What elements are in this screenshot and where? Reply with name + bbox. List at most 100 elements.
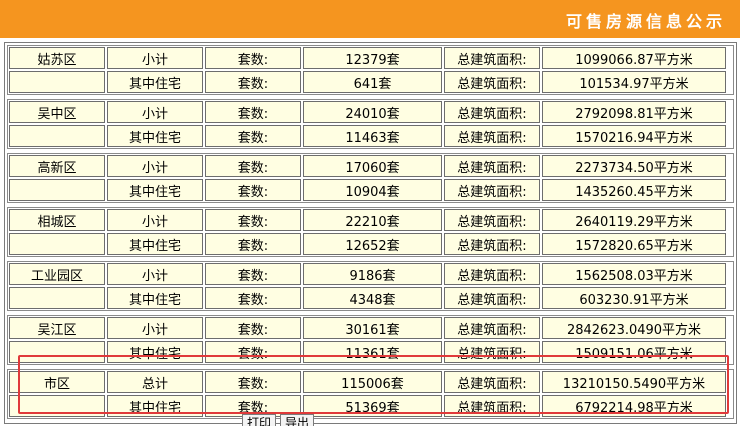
export-button[interactable]: 导出	[280, 414, 315, 426]
header-bar: 可售房源信息公示	[0, 0, 740, 38]
unit-count: 24010套	[303, 101, 442, 123]
unit-count: 11361套	[303, 341, 442, 363]
row-type: 其中住宅	[107, 125, 203, 147]
district-group: 姑苏区 小计 套数: 12379套 总建筑面积: 1099066.87平方米 其中住宅 套数:…	[7, 45, 734, 95]
floor-area: 1435260.45平方米	[542, 179, 726, 201]
floor-area: 6792214.98平方米	[542, 395, 726, 417]
count-label: 套数:	[205, 47, 301, 69]
unit-count: 22210套	[303, 209, 442, 231]
count-label: 套数:	[205, 263, 301, 285]
count-label: 套数:	[205, 101, 301, 123]
table-row: 姑苏区 小计 套数: 12379套 总建筑面积: 1099066.87平方米	[8, 46, 733, 70]
table-row: 其中住宅 套数: 12652套 总建筑面积: 1572820.65平方米	[8, 232, 733, 256]
floor-area: 2273734.50平方米	[542, 155, 726, 177]
count-label: 套数:	[205, 341, 301, 363]
count-label: 套数:	[205, 71, 301, 93]
table-row: 其中住宅 套数: 4348套 总建筑面积: 603230.91平方米	[8, 286, 733, 310]
area-label: 总建筑面积:	[444, 287, 540, 309]
floor-area: 1509151.06平方米	[542, 341, 726, 363]
print-button[interactable]: 打印	[242, 414, 277, 426]
area-label: 总建筑面积:	[444, 179, 540, 201]
district-group: 吴中区 小计 套数: 24010套 总建筑面积: 2792098.81平方米 其中住宅 套数:…	[7, 99, 734, 149]
district-name: 高新区	[9, 155, 105, 177]
unit-count: 10904套	[303, 179, 442, 201]
area-label: 总建筑面积:	[444, 71, 540, 93]
count-label: 套数:	[205, 125, 301, 147]
floor-area: 1572820.65平方米	[542, 233, 726, 255]
area-label: 总建筑面积:	[444, 395, 540, 417]
table-row: 其中住宅 套数: 11361套 总建筑面积: 1509151.06平方米	[8, 340, 733, 364]
count-label: 套数:	[205, 287, 301, 309]
district-name-empty	[9, 71, 105, 93]
page-title: 可售房源信息公示	[565, 12, 726, 31]
row-type: 小计	[107, 47, 203, 69]
area-label: 总建筑面积:	[444, 371, 540, 393]
count-label: 套数:	[205, 371, 301, 393]
district-name-empty	[9, 341, 105, 363]
floor-area: 2792098.81平方米	[542, 101, 726, 123]
table-row: 吴中区 小计 套数: 24010套 总建筑面积: 2792098.81平方米	[8, 100, 733, 124]
unit-count: 12652套	[303, 233, 442, 255]
unit-count: 30161套	[303, 317, 442, 339]
table-row: 其中住宅 套数: 51369套 总建筑面积: 6792214.98平方米	[8, 394, 733, 418]
row-type: 总计	[107, 371, 203, 393]
row-type: 其中住宅	[107, 341, 203, 363]
area-label: 总建筑面积:	[444, 341, 540, 363]
floor-area: 2842623.0490平方米	[542, 317, 726, 339]
unit-count: 115006套	[303, 371, 442, 393]
area-label: 总建筑面积:	[444, 209, 540, 231]
table-row: 其中住宅 套数: 11463套 总建筑面积: 1570216.94平方米	[8, 124, 733, 148]
district-group: 相城区 小计 套数: 22210套 总建筑面积: 2640119.29平方米 其中住宅 套数:…	[7, 207, 734, 257]
unit-count: 4348套	[303, 287, 442, 309]
district-name-empty	[9, 125, 105, 147]
count-label: 套数:	[205, 233, 301, 255]
floor-area: 101534.97平方米	[542, 71, 726, 93]
area-label: 总建筑面积:	[444, 101, 540, 123]
area-label: 总建筑面积:	[444, 155, 540, 177]
row-type: 小计	[107, 155, 203, 177]
listing-table: 姑苏区 小计 套数: 12379套 总建筑面积: 1099066.87平方米 其中住宅 套数:…	[4, 42, 737, 424]
table-row: 相城区 小计 套数: 22210套 总建筑面积: 2640119.29平方米	[8, 208, 733, 232]
floor-area: 2640119.29平方米	[542, 209, 726, 231]
district-name: 工业园区	[9, 263, 105, 285]
count-label: 套数:	[205, 179, 301, 201]
floor-area: 13210150.5490平方米	[542, 371, 726, 393]
table-row: 市区 总计 套数: 115006套 总建筑面积: 13210150.5490平方米	[8, 370, 733, 394]
unit-count: 11463套	[303, 125, 442, 147]
district-name: 吴江区	[9, 317, 105, 339]
row-type: 其中住宅	[107, 179, 203, 201]
floor-area: 1099066.87平方米	[542, 47, 726, 69]
area-label: 总建筑面积:	[444, 47, 540, 69]
table-row: 高新区 小计 套数: 17060套 总建筑面积: 2273734.50平方米	[8, 154, 733, 178]
district-group: 高新区 小计 套数: 17060套 总建筑面积: 2273734.50平方米 其中住宅 套数:…	[7, 153, 734, 203]
district-group: 吴江区 小计 套数: 30161套 总建筑面积: 2842623.0490平方米 其中住宅套…	[7, 315, 734, 365]
district-group: 市区 总计 套数: 115006套 总建筑面积: 13210150.5490平方米 其中住宅…	[7, 369, 734, 419]
unit-count: 17060套	[303, 155, 442, 177]
table-row: 其中住宅 套数: 641套 总建筑面积: 101534.97平方米	[8, 70, 733, 94]
action-buttons: 打印 导出	[242, 414, 315, 426]
district-name-empty	[9, 395, 105, 417]
row-type: 其中住宅	[107, 233, 203, 255]
count-label: 套数:	[205, 155, 301, 177]
floor-area: 603230.91平方米	[542, 287, 726, 309]
table-row: 工业园区 小计 套数: 9186套 总建筑面积: 1562508.03平方米	[8, 262, 733, 286]
district-name-empty	[9, 287, 105, 309]
count-label: 套数:	[205, 317, 301, 339]
district-name: 吴中区	[9, 101, 105, 123]
row-type: 小计	[107, 317, 203, 339]
district-group: 工业园区 小计 套数: 9186套 总建筑面积: 1562508.03平方米 其中住宅 套数:…	[7, 261, 734, 311]
district-name-empty	[9, 233, 105, 255]
floor-area: 1570216.94平方米	[542, 125, 726, 147]
row-type: 小计	[107, 209, 203, 231]
row-type: 其中住宅	[107, 71, 203, 93]
area-label: 总建筑面积:	[444, 125, 540, 147]
district-name: 市区	[9, 371, 105, 393]
table-row: 吴江区 小计 套数: 30161套 总建筑面积: 2842623.0490平方米	[8, 316, 733, 340]
count-label: 套数:	[205, 209, 301, 231]
unit-count: 51369套	[303, 395, 442, 417]
unit-count: 12379套	[303, 47, 442, 69]
floor-area: 1562508.03平方米	[542, 263, 726, 285]
row-type: 其中住宅	[107, 287, 203, 309]
table-row: 其中住宅 套数: 10904套 总建筑面积: 1435260.45平方米	[8, 178, 733, 202]
unit-count: 9186套	[303, 263, 442, 285]
